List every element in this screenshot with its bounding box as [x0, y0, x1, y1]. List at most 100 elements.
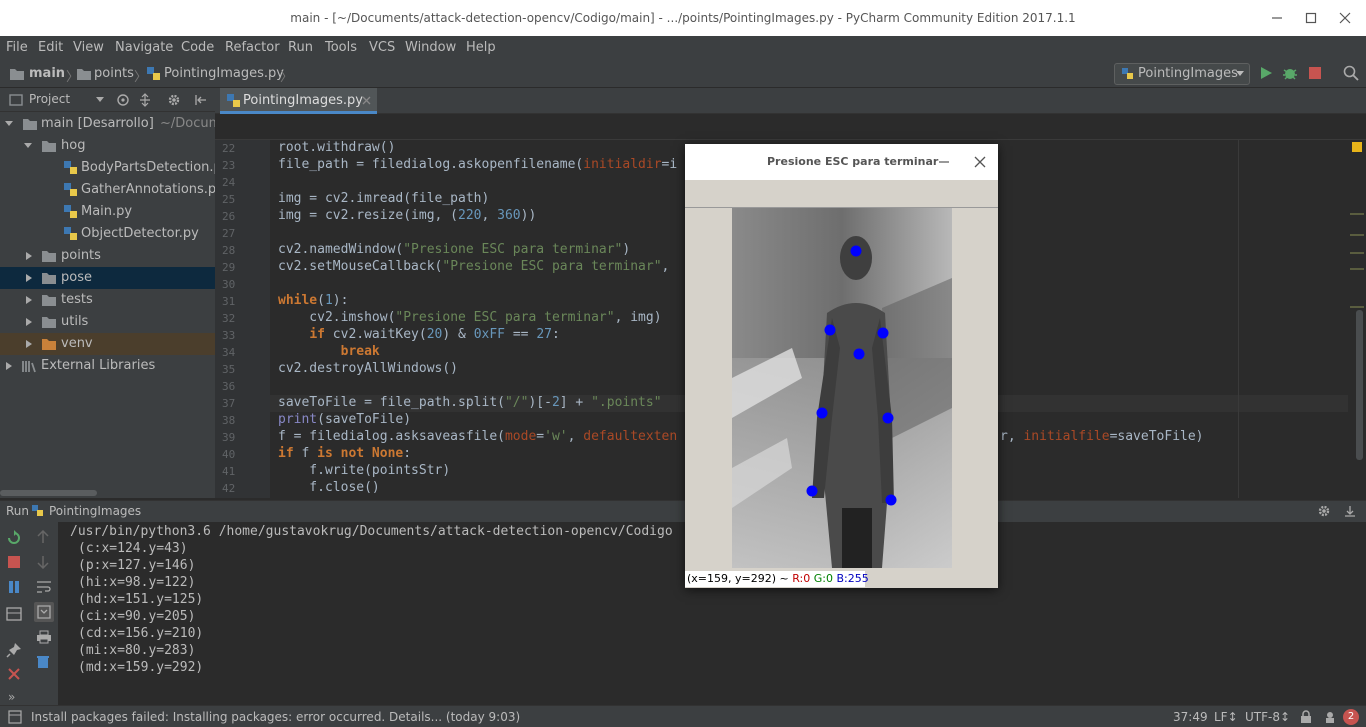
stop-icon[interactable]: [1308, 66, 1322, 80]
code-line[interactable]: cv2.setMouseCallback("Presione ESC para …: [278, 259, 669, 274]
down-arrow-icon[interactable]: [37, 555, 49, 569]
tree-item-tests[interactable]: tests: [0, 289, 215, 311]
code-line[interactable]: img = cv2.imread(file_path): [278, 191, 489, 206]
menu-vcs[interactable]: VCS: [369, 40, 395, 55]
run-config-tab[interactable]: PointingImages: [49, 504, 141, 518]
code-line[interactable]: print(saveToFile): [278, 412, 411, 427]
close-icon[interactable]: [973, 155, 987, 169]
file-encoding[interactable]: UTF-8↕: [1245, 710, 1290, 724]
chevron-right-icon[interactable]: [25, 339, 33, 349]
tree-item-venv[interactable]: venv: [0, 333, 215, 355]
scroll-to-end-icon[interactable]: [34, 602, 54, 622]
close-tab-icon[interactable]: [362, 96, 371, 105]
tree-item-file[interactable]: BodyPartsDetection.py: [0, 157, 215, 179]
menu-tools[interactable]: Tools: [325, 40, 357, 55]
chevron-down-icon[interactable]: [23, 142, 33, 150]
menu-view[interactable]: View: [73, 40, 104, 55]
chevron-down-icon[interactable]: [96, 97, 104, 103]
up-arrow-icon[interactable]: [37, 530, 49, 544]
stripe-marker[interactable]: [1350, 306, 1364, 308]
project-horizontal-scrollbar[interactable]: [0, 490, 97, 496]
caret-position[interactable]: 37:49: [1173, 710, 1208, 724]
tree-item-file[interactable]: Main.py: [0, 201, 215, 223]
soft-wrap-icon[interactable]: [36, 580, 52, 594]
menu-window[interactable]: Window: [405, 40, 456, 55]
code-line-tail[interactable]: r, initialfile=saveToFile): [1000, 429, 1204, 444]
code-line[interactable]: while(1):: [278, 293, 348, 308]
trash-icon[interactable]: [36, 655, 50, 669]
code-line[interactable]: f = filedialog.asksaveasfile(mode='w', d…: [278, 429, 677, 444]
rerun-icon[interactable]: [6, 530, 22, 546]
close-icon[interactable]: [1336, 9, 1354, 27]
stripe-marker[interactable]: [1350, 234, 1364, 236]
tool-windows-icon[interactable]: [8, 710, 22, 724]
menu-refactor[interactable]: Refactor: [225, 40, 280, 55]
menu-edit[interactable]: Edit: [38, 40, 63, 55]
chevron-right-icon[interactable]: [25, 251, 33, 261]
more-icon[interactable]: »: [8, 690, 15, 704]
menu-file[interactable]: File: [6, 40, 28, 55]
stop-icon[interactable]: [7, 555, 21, 569]
code-line[interactable]: saveToFile = file_path.split("/")[-2] + …: [278, 395, 662, 410]
chevron-right-icon[interactable]: [25, 273, 33, 283]
project-view-label[interactable]: Project: [29, 92, 70, 106]
code-line[interactable]: img = cv2.resize(img, (220, 360)): [278, 208, 536, 223]
chevron-right-icon[interactable]: [25, 295, 33, 305]
tree-item-utils[interactable]: utils: [0, 311, 215, 333]
maximize-icon[interactable]: [1302, 9, 1320, 27]
editor-scrollbar-thumb[interactable]: [1356, 310, 1363, 460]
pin-icon[interactable]: [6, 642, 22, 658]
code-line[interactable]: f.close(): [278, 480, 379, 495]
opencv-window[interactable]: Presione ESC para terminar (x=159, y=292…: [685, 144, 998, 588]
tree-item-file[interactable]: ObjectDetector.py: [0, 223, 215, 245]
chevron-down-icon[interactable]: [4, 120, 14, 128]
run-icon[interactable]: [1258, 65, 1274, 81]
code-line[interactable]: root.withdraw(): [278, 140, 395, 155]
tree-item-file[interactable]: GatherAnnotations.py: [0, 179, 215, 201]
pause-icon[interactable]: [7, 580, 21, 594]
breadcrumb-points[interactable]: points: [94, 66, 134, 81]
tree-item-main[interactable]: main [Desarrollo] ~/Docume: [0, 113, 215, 135]
error-stripe[interactable]: [1348, 140, 1366, 498]
tree-item-points[interactable]: points: [0, 245, 215, 267]
stripe-marker[interactable]: [1350, 252, 1364, 254]
status-message[interactable]: Install packages failed: Installing pack…: [31, 710, 520, 724]
code-line[interactable]: cv2.destroyAllWindows(): [278, 361, 458, 376]
stripe-marker[interactable]: [1350, 268, 1364, 270]
code-line[interactable]: break: [278, 344, 380, 359]
menu-run[interactable]: Run: [288, 40, 313, 55]
chevron-right-icon[interactable]: [5, 361, 13, 371]
hide-panel-icon[interactable]: [194, 93, 208, 107]
minimize-icon[interactable]: [1268, 9, 1286, 27]
run-configuration-select[interactable]: PointingImages: [1114, 63, 1250, 85]
tab-pointingimages[interactable]: PointingImages.py: [220, 88, 377, 114]
tree-item-external-libraries[interactable]: External Libraries: [0, 355, 215, 377]
hide-panel-icon[interactable]: [1343, 504, 1357, 518]
close-icon[interactable]: [7, 667, 21, 681]
inspector-icon[interactable]: [1323, 710, 1337, 724]
lock-icon[interactable]: [1300, 710, 1312, 724]
code-line[interactable]: if cv2.waitKey(20) & 0xFF == 27:: [278, 327, 559, 342]
notifications-badge[interactable]: 2: [1343, 709, 1359, 725]
tree-item-pose[interactable]: pose: [0, 267, 215, 289]
code-line[interactable]: if f is not None:: [278, 446, 411, 461]
gear-icon[interactable]: [167, 93, 181, 107]
layout-icon[interactable]: [6, 607, 22, 621]
chevron-right-icon[interactable]: [25, 317, 33, 327]
warning-marker[interactable]: [1352, 142, 1362, 152]
search-icon[interactable]: [1343, 65, 1359, 81]
menu-help[interactable]: Help: [466, 40, 496, 55]
code-line[interactable]: cv2.namedWindow("Presione ESC para termi…: [278, 242, 630, 257]
stripe-marker[interactable]: [1350, 213, 1364, 215]
opencv-window-titlebar[interactable]: Presione ESC para terminar: [685, 144, 998, 180]
menu-code[interactable]: Code: [181, 40, 214, 55]
code-line[interactable]: cv2.imshow("Presione ESC para terminar",…: [278, 310, 661, 325]
code-line[interactable]: f.write(pointsStr): [278, 463, 450, 478]
debug-icon[interactable]: [1282, 65, 1298, 81]
line-separator[interactable]: LF↕: [1214, 710, 1238, 724]
gear-icon[interactable]: [1317, 504, 1331, 518]
menu-navigate[interactable]: Navigate: [115, 40, 173, 55]
camera-image-canvas[interactable]: [732, 208, 952, 568]
print-icon[interactable]: [36, 630, 52, 644]
camera-image[interactable]: [732, 208, 952, 568]
